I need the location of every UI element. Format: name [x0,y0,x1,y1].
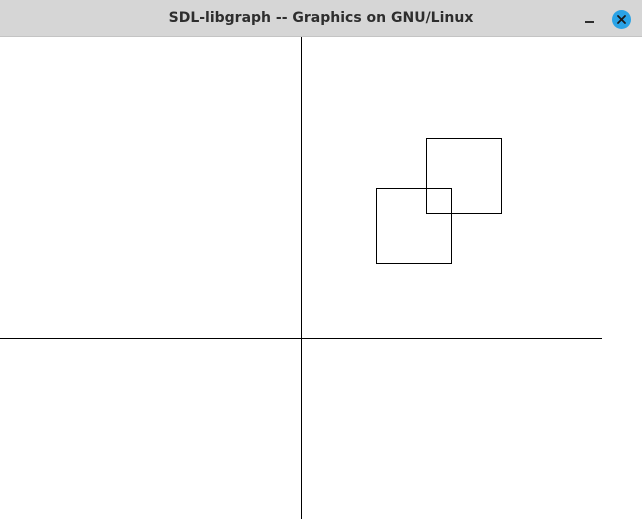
app-window: SDL-libgraph -- Graphics on GNU/Linux [0,0,642,519]
close-button[interactable] [612,10,631,29]
window-title: SDL-libgraph -- Graphics on GNU/Linux [168,10,474,26]
minimize-icon [585,21,594,23]
minimize-button[interactable] [579,8,601,30]
square-upper-right [426,138,502,214]
close-icon [617,15,626,24]
graphics-canvas [0,37,602,519]
square-lower-left [376,188,452,264]
title-bar[interactable]: SDL-libgraph -- Graphics on GNU/Linux [0,0,642,37]
